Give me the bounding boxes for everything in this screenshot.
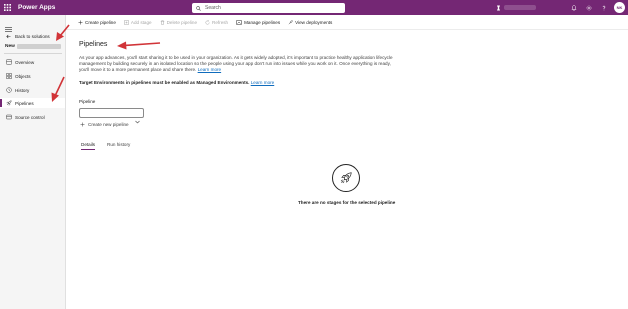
tab-details[interactable]: Details [81, 142, 96, 150]
source-control-icon [5, 114, 12, 120]
search-icon [196, 5, 201, 11]
notifications-icon[interactable] [566, 0, 581, 15]
tab-list: Details Run history [81, 142, 142, 150]
environment-icon [497, 5, 500, 10]
create-pipeline-label: Create pipeline [85, 19, 116, 25]
page-title: Pipelines [79, 41, 108, 48]
view-deployments-label: View deployments [295, 19, 333, 25]
sidebar-item-label: History [15, 87, 30, 93]
history-icon [5, 87, 12, 93]
view-deployments-button[interactable]: View deployments [288, 20, 332, 25]
active-indicator [0, 99, 2, 107]
plus-icon [80, 122, 85, 127]
learn-more-link[interactable]: Learn more [198, 67, 222, 72]
pipeline-dropdown[interactable] [79, 108, 144, 124]
back-to-solutions-link[interactable]: Back to solutions [0, 31, 65, 41]
managed-environments-note: Target Environments in pipelines must be… [79, 80, 274, 85]
help-icon[interactable] [596, 0, 611, 15]
add-stage-button[interactable]: Add stage [124, 20, 152, 25]
delete-pipeline-label: Delete pipeline [166, 19, 198, 25]
chevron-down-icon [135, 111, 140, 129]
delete-pipeline-button[interactable]: Delete pipeline [160, 20, 197, 25]
create-pipeline-button[interactable]: Create pipeline [78, 20, 116, 25]
note-text: Target Environments in pipelines must be… [79, 80, 250, 85]
sidebar-item-history[interactable]: History [0, 85, 65, 95]
top-bar: Power Apps Search NK [0, 0, 628, 15]
sidebar-item-label: Overview [15, 59, 35, 65]
add-stage-label: Add stage [130, 19, 152, 25]
environment-selector[interactable] [496, 4, 541, 11]
sidebar-item-label: Objects [15, 73, 31, 79]
overview-icon [5, 59, 12, 65]
sidebar-item-label: Source control [15, 114, 45, 120]
create-new-pipeline-button[interactable]: Create new pipeline [80, 122, 129, 127]
user-avatar[interactable]: NK [614, 2, 625, 13]
pipeline-field-label: Pipeline [79, 99, 96, 104]
note-learn-more-link[interactable]: Learn more [251, 80, 275, 85]
main-content: Pipelines As your app advances, you'll s… [66, 30, 628, 309]
objects-icon [5, 73, 12, 79]
add-stage-icon [124, 19, 129, 25]
back-label: Back to solutions [15, 33, 50, 39]
search-input[interactable]: Search [192, 3, 345, 13]
sidebar-item-objects[interactable]: Objects [0, 71, 65, 81]
manage-pipelines-label: Manage pipelines [244, 19, 281, 25]
trash-icon [160, 19, 165, 25]
refresh-label: Refresh [212, 19, 229, 25]
plus-icon [78, 20, 83, 25]
solution-name-redacted [16, 44, 61, 49]
manage-pipelines-button[interactable]: Manage pipelines [236, 20, 280, 25]
manage-pipelines-icon [236, 19, 243, 25]
settings-gear-icon[interactable] [581, 0, 596, 15]
create-new-pipeline-label: Create new pipeline [88, 122, 129, 127]
sidebar-item-source-control[interactable]: Source control [0, 112, 65, 122]
left-navigation: Back to solutions New Overview Objects H… [0, 15, 66, 309]
search-placeholder: Search [205, 5, 221, 11]
rocket-icon [288, 19, 293, 25]
app-launcher-icon[interactable] [0, 0, 15, 15]
rocket-icon [332, 164, 360, 192]
sidebar-item-label: Pipelines [15, 100, 34, 106]
refresh-button[interactable]: Refresh [205, 20, 228, 25]
environment-name-redacted [504, 5, 536, 10]
tab-run-history[interactable]: Run history [107, 142, 130, 150]
solution-name: New [5, 44, 61, 49]
refresh-icon [205, 19, 210, 25]
solution-name-text: New [5, 44, 15, 49]
command-bar: Create pipeline Add stage Delete pipelin… [66, 15, 628, 30]
empty-state-message: There are no stages for the selected pip… [298, 200, 396, 205]
sidebar-item-pipelines[interactable]: Pipelines [0, 98, 65, 108]
back-arrow-icon [5, 34, 12, 39]
pipelines-icon [5, 100, 12, 106]
page-description: As your app advances, you'll start shari… [79, 55, 397, 73]
nav-divider [4, 53, 62, 54]
sidebar-item-overview[interactable]: Overview [0, 57, 65, 67]
description-text: As your app advances, you'll start shari… [79, 55, 393, 72]
brand-title[interactable]: Power Apps [18, 4, 55, 11]
